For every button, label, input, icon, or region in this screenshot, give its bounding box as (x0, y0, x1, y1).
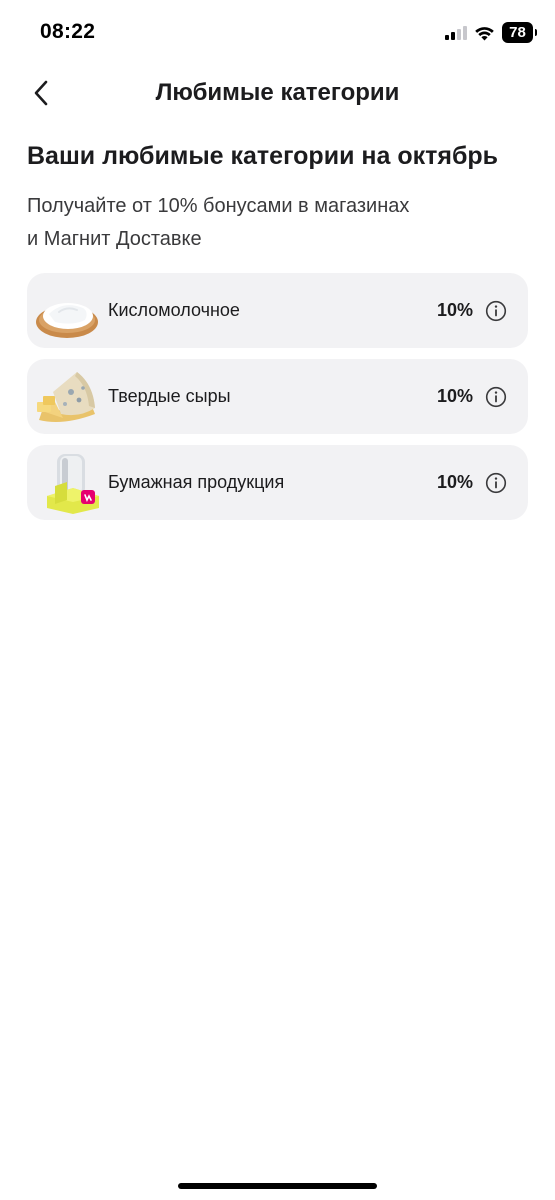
category-card-paper-products[interactable]: Бумажная продукция 10% (27, 445, 528, 520)
category-list: Кисломолочное 10% Твердые сыры 10% Бумаж… (27, 273, 528, 531)
info-icon[interactable] (485, 472, 507, 494)
info-icon[interactable] (485, 386, 507, 408)
section-subtitle: Получайте от 10% бонусами в магазинах и … (27, 190, 517, 256)
home-indicator (178, 1183, 377, 1189)
subtitle-line: Получайте от 10% бонусами в магазинах (27, 195, 410, 217)
battery-icon: 78 (502, 22, 537, 43)
category-card-dairy[interactable]: Кисломолочное 10% (27, 273, 528, 348)
category-percent: 10% (436, 386, 473, 406)
category-label: Твердые сыры (108, 386, 231, 406)
battery-level: 78 (509, 24, 526, 41)
category-label: Кисломолочное (108, 300, 240, 320)
section-heading: Ваши любимые категории на октябрь (27, 142, 499, 170)
sour-cream-bowl-icon (36, 303, 98, 338)
wifi-icon (475, 26, 494, 40)
page-title: Любимые категории (155, 79, 400, 106)
paper-products-icon (47, 454, 99, 514)
cellular-signal-icon (445, 25, 467, 40)
subtitle-line: и Магнит Доставке (27, 228, 202, 250)
info-icon[interactable] (485, 300, 507, 322)
status-bar: 08:22 78 (0, 0, 555, 66)
category-card-hard-cheese[interactable]: Твердые сыры 10% (27, 359, 528, 434)
category-percent: 10% (436, 300, 473, 320)
status-time: 08:22 (40, 20, 96, 43)
category-label: Бумажная продукция (108, 472, 285, 492)
status-icons: 78 (445, 22, 537, 43)
category-percent: 10% (436, 472, 473, 492)
nav-bar: Любимые категории (0, 66, 555, 122)
cheese-icon (37, 372, 95, 422)
